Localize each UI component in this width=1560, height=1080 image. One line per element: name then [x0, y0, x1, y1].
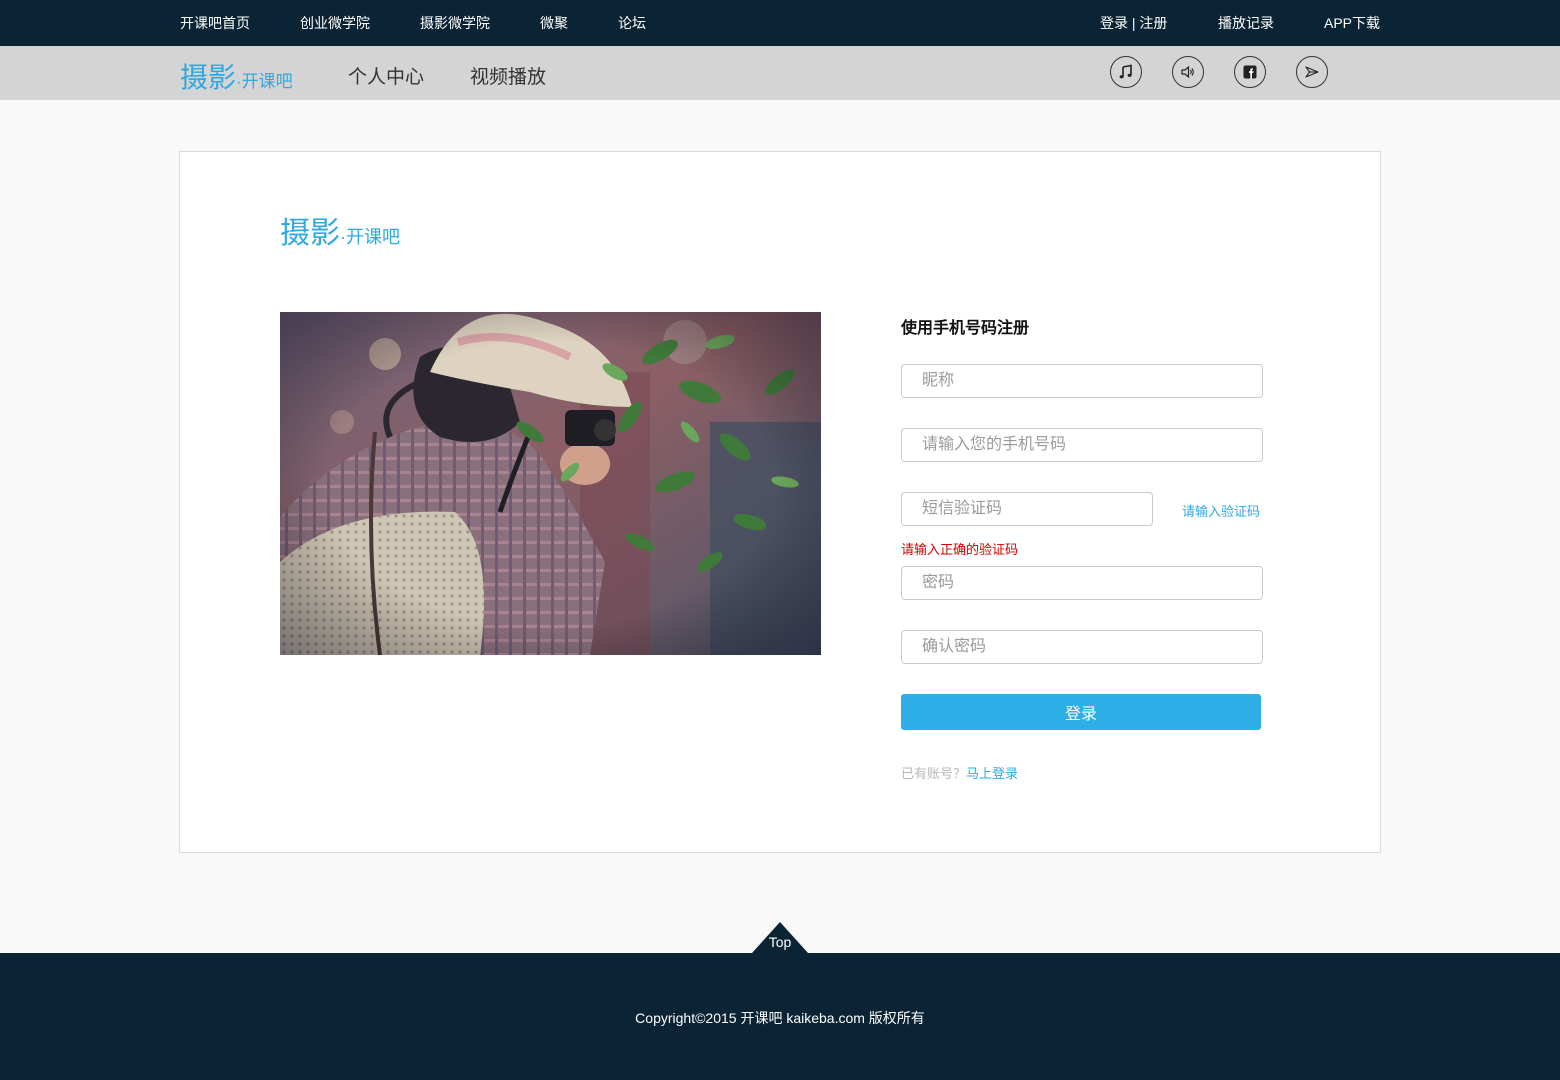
register-card: 摄影·开课吧 使用手机号码注册 昵称 请输入您的手机号码 短信验证码 请输入验证…	[179, 151, 1381, 853]
confirm-password-input[interactable]	[901, 630, 1263, 664]
brand-logo-sub: ·开课吧	[236, 72, 293, 91]
nav-link-home[interactable]: 开课吧首页	[180, 14, 250, 32]
top-bar: 开课吧首页 创业微学院 摄影微学院 微聚 论坛 登录 | 注册 播放记录 APP…	[0, 0, 1560, 46]
card-brand-logo-main: 摄影	[280, 217, 340, 250]
have-account-row: 已有账号？马上登录	[901, 763, 1018, 782]
sub-nav: 摄影·开课吧 个人中心 视频播放	[0, 46, 1560, 100]
sms-code-input[interactable]	[901, 492, 1153, 526]
nav-link-photo-academy[interactable]: 摄影微学院	[420, 14, 490, 32]
back-to-top-label: Top	[768, 934, 792, 950]
nickname-input[interactable]	[901, 364, 1263, 398]
card-brand-logo-sub: ·开课吧	[340, 227, 400, 247]
form-title: 使用手机号码注册	[901, 320, 1030, 337]
login-register-link[interactable]: 登录 | 注册	[1100, 14, 1167, 32]
login-button[interactable]: 登录	[901, 694, 1261, 730]
send-icon[interactable]	[1296, 56, 1328, 88]
nav-link-startup-academy[interactable]: 创业微学院	[300, 14, 370, 32]
have-account-text: 已有账号？	[901, 766, 967, 781]
brand-logo[interactable]: 摄影·开课吧	[180, 56, 293, 96]
app-download-link[interactable]: APP下载	[1324, 14, 1380, 32]
copyright-text: Copyright©2015 开课吧 kaikeba.com 版权所有	[635, 1010, 925, 1026]
get-code-link[interactable]: 请输入验证码	[1182, 501, 1260, 520]
card-brand-logo: 摄影·开课吧	[280, 208, 400, 252]
phone-input[interactable]	[901, 428, 1263, 462]
brand-logo-main: 摄影	[180, 62, 237, 93]
photographer-image	[280, 312, 821, 655]
music-icon[interactable]	[1110, 56, 1142, 88]
error-message: 请输入正确的验证码	[901, 542, 1019, 557]
nav-personal-center[interactable]: 个人中心	[348, 62, 424, 89]
login-now-link[interactable]: 马上登录	[966, 766, 1018, 781]
speaker-icon[interactable]	[1172, 56, 1204, 88]
nav-link-forum[interactable]: 论坛	[618, 14, 646, 32]
nav-link-weiju[interactable]: 微聚	[540, 14, 568, 32]
password-input[interactable]	[901, 566, 1263, 600]
back-to-top-button[interactable]: Top	[752, 922, 808, 953]
facebook-icon[interactable]	[1234, 56, 1266, 88]
nav-video-play[interactable]: 视频播放	[470, 62, 546, 89]
play-history-link[interactable]: 播放记录	[1218, 14, 1274, 32]
